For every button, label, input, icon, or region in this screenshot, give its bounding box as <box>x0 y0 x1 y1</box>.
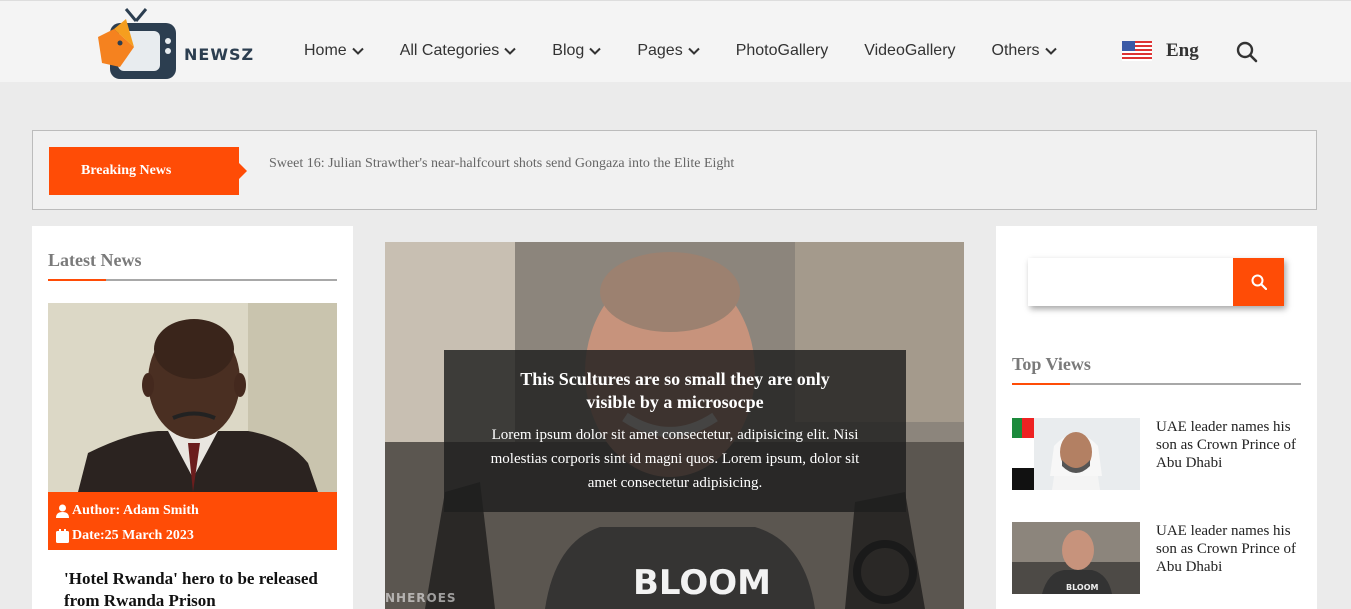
site-header: NEWSZ Home All Categories Blog Pages Pho… <box>0 0 1351 82</box>
calendar-icon <box>56 529 69 543</box>
hero-title[interactable]: This Scultures are so small they are onl… <box>495 368 855 414</box>
breaking-news-bar: Breaking News Sweet 16: Julian Strawther… <box>32 130 1317 210</box>
breaking-news-label: Breaking News <box>49 147 247 195</box>
nav-label: Pages <box>637 42 683 59</box>
author-text: Author: Adam Smith <box>72 503 199 518</box>
latest-news-image[interactable] <box>48 303 337 492</box>
nav-videogallery[interactable]: VideoGallery <box>864 42 955 60</box>
chevron-down-icon <box>1044 47 1057 55</box>
main-nav: Home All Categories Blog Pages PhotoGall… <box>304 39 1093 63</box>
breaking-news-headline[interactable]: Sweet 16: Julian Strawther's near-halfco… <box>269 156 734 172</box>
news-photo <box>48 303 337 492</box>
logo-text: NEWSZ <box>184 45 255 64</box>
chevron-down-icon <box>504 47 517 55</box>
tv-logo-icon <box>98 8 176 79</box>
latest-news-panel: Latest News Author: Adam Smith Date:25 M… <box>32 226 353 609</box>
author-row: Author: Adam Smith <box>56 500 337 522</box>
nav-all-categories[interactable]: All Categories <box>400 42 517 60</box>
thumbnail-photo <box>1012 418 1140 490</box>
section-divider <box>1012 383 1301 385</box>
nav-blog[interactable]: Blog <box>552 42 602 60</box>
nav-home[interactable]: Home <box>304 42 364 60</box>
list-item[interactable]: BLOOM UAE leader names his son as Crown … <box>1012 522 1302 594</box>
hero-feature[interactable]: BLOOM This Scultures are so small they a… <box>385 242 964 609</box>
section-title: Top Views <box>1012 354 1091 374</box>
nav-label: VideoGallery <box>864 42 956 59</box>
date-row: Date:25 March 2023 <box>56 525 337 547</box>
sidebar-search <box>1028 258 1284 306</box>
nav-label: Blog <box>552 42 585 59</box>
photo-watermark: NHEROES <box>385 591 457 605</box>
nav-pages[interactable]: Pages <box>637 42 700 60</box>
thumbnail-photo: BLOOM <box>1012 522 1140 594</box>
section-divider <box>48 279 337 281</box>
hero-caption: This Scultures are so small they are onl… <box>444 350 906 512</box>
nav-label: All Categories <box>399 42 500 59</box>
nav-label: Home <box>304 42 347 59</box>
language-selector[interactable]: Eng <box>1122 40 1199 62</box>
list-item-title: UAE leader names his son as Crown Prince… <box>1156 523 1296 575</box>
article-meta: Author: Adam Smith Date:25 March 2023 <box>48 492 337 550</box>
nav-others[interactable]: Others <box>992 42 1057 60</box>
thumbnail: BLOOM <box>1012 522 1140 594</box>
language-label: Eng <box>1166 40 1199 61</box>
chevron-down-icon <box>687 47 700 55</box>
date-text: Date:25 March 2023 <box>72 528 194 543</box>
search-icon <box>1251 274 1267 290</box>
sidebar-search-button[interactable] <box>1233 258 1284 306</box>
user-icon <box>56 504 69 518</box>
hero-body: Lorem ipsum dolor sit amet consectetur, … <box>490 427 860 491</box>
shirt-text: BLOOM <box>633 563 771 603</box>
thumbnail <box>1012 418 1140 490</box>
nav-photogallery[interactable]: PhotoGallery <box>736 42 829 60</box>
shirt-text: BLOOM <box>1066 583 1099 592</box>
sidebar-search-input[interactable] <box>1028 258 1234 306</box>
nav-label: PhotoGallery <box>735 42 829 59</box>
list-item-title: UAE leader names his son as Crown Prince… <box>1156 419 1296 471</box>
search-icon[interactable] <box>1236 41 1258 63</box>
nav-label: Others <box>991 42 1040 59</box>
latest-news-headline[interactable]: 'Hotel Rwanda' hero to be released from … <box>64 568 334 609</box>
list-item[interactable]: UAE leader names his son as Crown Prince… <box>1012 418 1302 490</box>
right-sidebar: Top Views UAE leader names his son as Cr… <box>996 226 1317 609</box>
section-title: Latest News <box>48 250 142 270</box>
chevron-down-icon <box>589 47 602 55</box>
us-flag-icon <box>1122 41 1152 61</box>
site-logo[interactable]: NEWSZ <box>96 7 256 85</box>
chevron-down-icon <box>351 47 364 55</box>
